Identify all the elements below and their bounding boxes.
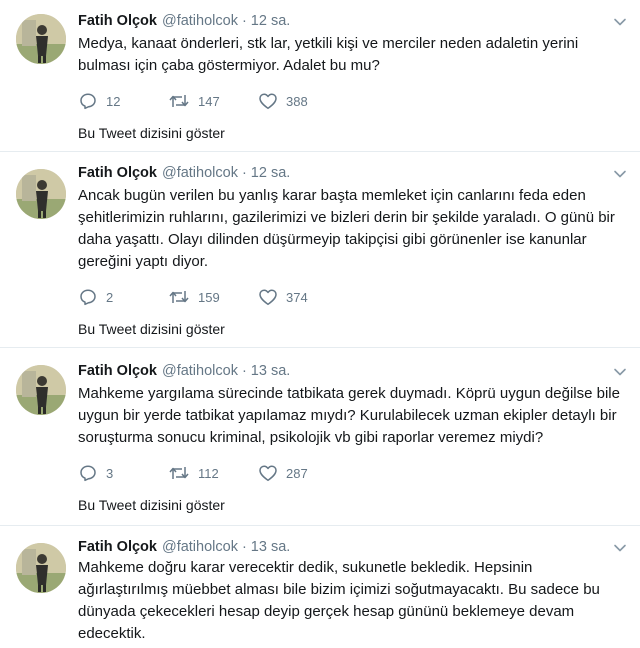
avatar[interactable] bbox=[16, 169, 66, 219]
chevron-down-icon[interactable] bbox=[612, 14, 628, 30]
separator-dot: · bbox=[241, 13, 247, 29]
show-thread-link[interactable]: Bu Tweet dizisini göster bbox=[78, 125, 225, 141]
reply-count: 12 bbox=[106, 93, 121, 109]
tweet-time[interactable]: 13 sa. bbox=[251, 363, 291, 379]
like-button[interactable]: 287 bbox=[258, 463, 338, 483]
reply-icon bbox=[78, 463, 98, 483]
retweet-button[interactable]: 147 bbox=[168, 91, 258, 111]
tweet-text: Mahkeme yargılama sürecinde tatbikata ge… bbox=[78, 385, 620, 446]
chevron-down-icon[interactable] bbox=[612, 364, 628, 380]
heart-icon bbox=[258, 287, 278, 307]
retweet-button[interactable]: 159 bbox=[168, 287, 258, 307]
chevron-down-icon[interactable] bbox=[612, 540, 628, 556]
reply-icon bbox=[78, 91, 98, 111]
like-count: 287 bbox=[286, 465, 308, 481]
reply-button[interactable]: 3 bbox=[78, 463, 168, 483]
reply-button[interactable]: 2 bbox=[78, 287, 168, 307]
heart-icon bbox=[258, 463, 278, 483]
author-handle[interactable]: @fatiholcok bbox=[162, 13, 238, 29]
tweet-header: Fatih Olçok @fatiholcok · 13 sa. bbox=[78, 537, 290, 557]
retweet-button[interactable]: 112 bbox=[168, 463, 258, 483]
avatar[interactable] bbox=[16, 14, 66, 64]
show-thread-link[interactable]: Bu Tweet dizisini göster bbox=[78, 497, 225, 513]
tweet-time[interactable]: 12 sa. bbox=[251, 13, 291, 29]
separator-dot: · bbox=[241, 363, 247, 379]
heart-icon bbox=[258, 91, 278, 111]
tweet-actions: 2 159 374 bbox=[78, 287, 338, 307]
retweet-icon bbox=[168, 463, 190, 483]
tweet-timeline: Fatih Olçok @fatiholcok · 12 sa. Medya, … bbox=[0, 0, 640, 648]
separator-dot: · bbox=[241, 539, 247, 555]
retweet-count: 112 bbox=[198, 465, 219, 481]
author-handle[interactable]: @fatiholcok bbox=[162, 363, 238, 379]
tweet[interactable]: Fatih Olçok @fatiholcok · 12 sa. Ancak b… bbox=[0, 152, 640, 348]
tweet[interactable]: Fatih Olçok @fatiholcok · 13 sa. Mahkeme… bbox=[0, 526, 640, 648]
tweet-header: Fatih Olçok @fatiholcok · 13 sa. bbox=[78, 361, 290, 381]
tweet-text: Mahkeme doğru karar verecektir dedik, su… bbox=[78, 559, 600, 642]
reply-icon bbox=[78, 287, 98, 307]
reply-count: 2 bbox=[106, 289, 114, 305]
tweet-text: Medya, kanaat önderleri, stk lar, yetkil… bbox=[78, 35, 579, 74]
retweet-count: 147 bbox=[198, 93, 220, 109]
author-name[interactable]: Fatih Olçok bbox=[78, 363, 157, 379]
tweet-header: Fatih Olçok @fatiholcok · 12 sa. bbox=[78, 11, 290, 31]
reply-count: 3 bbox=[106, 465, 114, 481]
retweet-icon bbox=[168, 91, 190, 111]
tweet-actions: 3 112 287 bbox=[78, 463, 338, 483]
tweet-text: Ancak bugün verilen bu yanlış karar başt… bbox=[78, 187, 615, 270]
tweet-header: Fatih Olçok @fatiholcok · 12 sa. bbox=[78, 163, 290, 183]
author-handle[interactable]: @fatiholcok bbox=[162, 539, 238, 555]
retweet-icon bbox=[168, 287, 190, 307]
like-count: 374 bbox=[286, 289, 308, 305]
like-button[interactable]: 374 bbox=[258, 287, 338, 307]
like-button[interactable]: 388 bbox=[258, 91, 338, 111]
avatar[interactable] bbox=[16, 543, 66, 593]
author-name[interactable]: Fatih Olçok bbox=[78, 539, 157, 555]
tweet-time[interactable]: 12 sa. bbox=[251, 165, 291, 181]
reply-button[interactable]: 12 bbox=[78, 91, 168, 111]
tweet-actions: 12 147 388 bbox=[78, 91, 338, 111]
separator-dot: · bbox=[241, 165, 247, 181]
retweet-count: 159 bbox=[198, 289, 220, 305]
tweet[interactable]: Fatih Olçok @fatiholcok · 12 sa. Medya, … bbox=[0, 0, 640, 152]
avatar[interactable] bbox=[16, 365, 66, 415]
tweet[interactable]: Fatih Olçok @fatiholcok · 13 sa. Mahkeme… bbox=[0, 348, 640, 526]
like-count: 388 bbox=[286, 93, 308, 109]
author-name[interactable]: Fatih Olçok bbox=[78, 165, 157, 181]
chevron-down-icon[interactable] bbox=[612, 166, 628, 182]
tweet-time[interactable]: 13 sa. bbox=[251, 539, 291, 555]
author-handle[interactable]: @fatiholcok bbox=[162, 165, 238, 181]
author-name[interactable]: Fatih Olçok bbox=[78, 13, 157, 29]
show-thread-link[interactable]: Bu Tweet dizisini göster bbox=[78, 321, 225, 337]
